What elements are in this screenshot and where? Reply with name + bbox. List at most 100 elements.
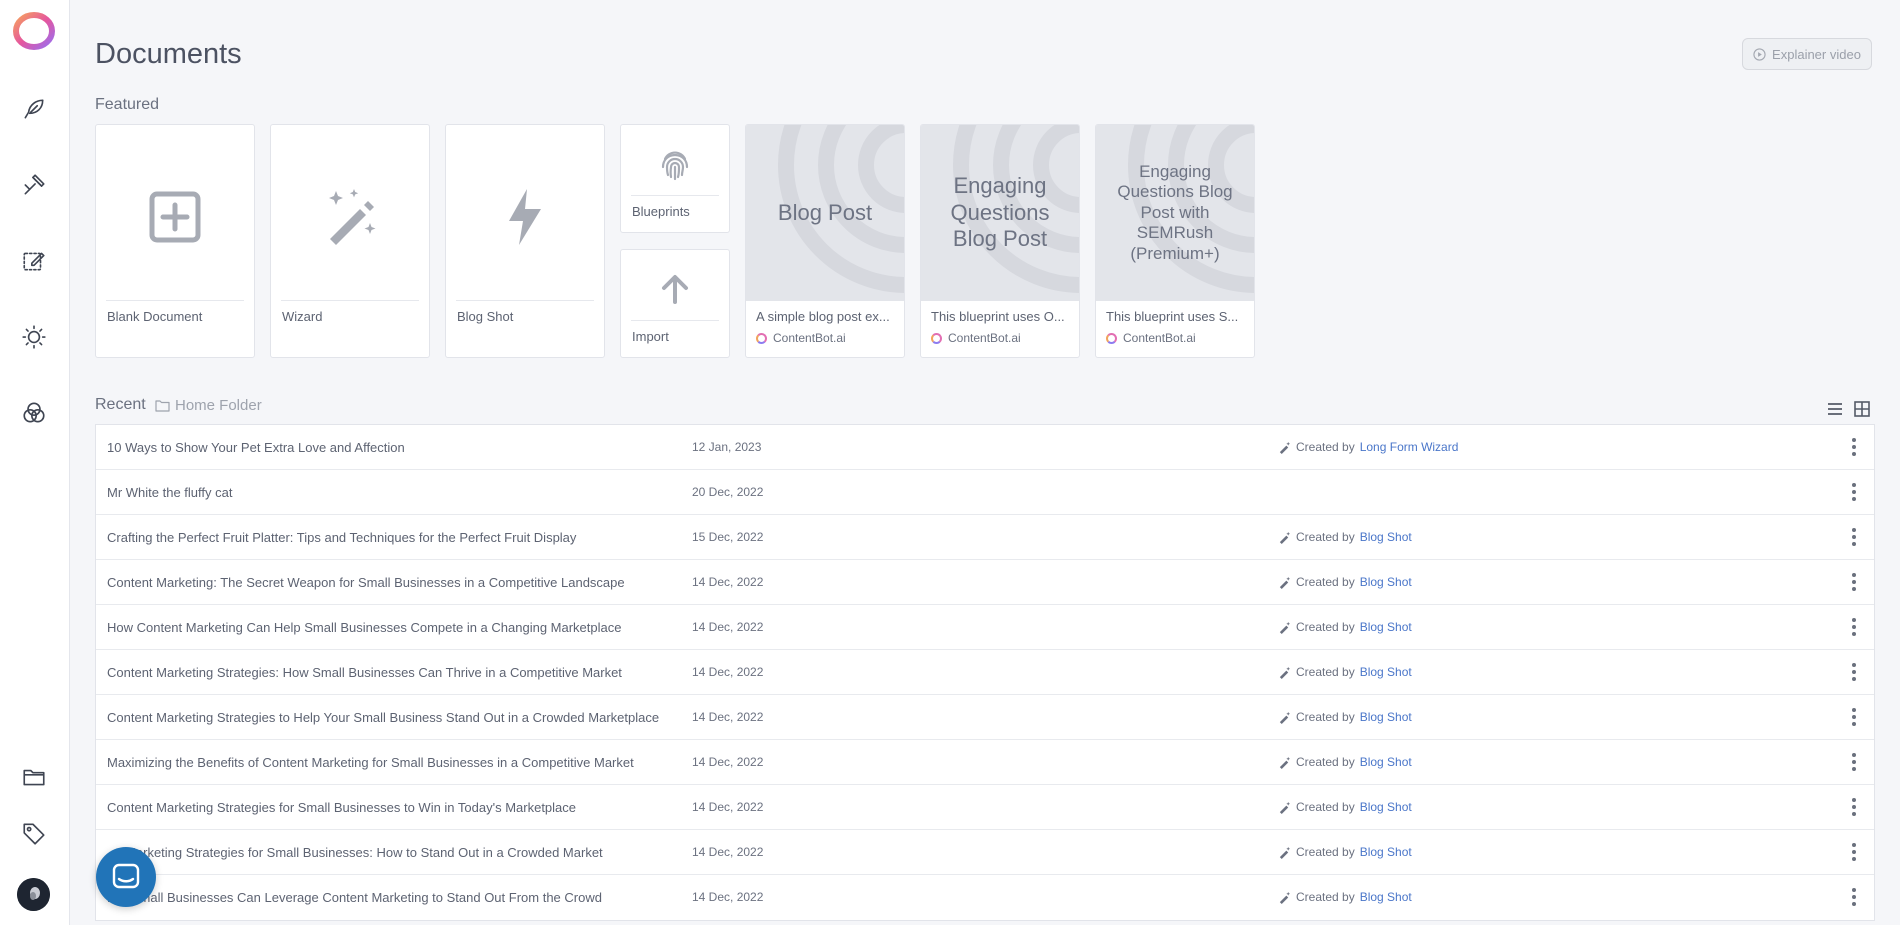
created-by: Created by Blog Shot — [1278, 575, 1412, 589]
created-by: Created by Blog Shot — [1278, 800, 1412, 814]
created-by: Created by Blog Shot — [1278, 755, 1412, 769]
contentbot-logo[interactable] — [11, 11, 57, 51]
more-options-icon[interactable] — [1846, 526, 1862, 548]
document-title[interactable]: ...t Marketing Strategies for Small Busi… — [107, 845, 603, 860]
wand-icon — [1279, 666, 1291, 679]
table-row[interactable]: Content Marketing Strategies for Small B… — [96, 785, 1874, 830]
avatar[interactable] — [17, 878, 50, 911]
blueprint-card-blog-post[interactable]: Blog Post A simple blog post ex... Conte… — [745, 124, 905, 358]
created-by-prefix: Created by — [1296, 530, 1355, 544]
creator-link[interactable]: Blog Shot — [1360, 890, 1412, 904]
edit-icon[interactable] — [19, 246, 49, 276]
table-row[interactable]: 10 Ways to Show Your Pet Extra Love and … — [96, 425, 1874, 470]
table-row[interactable]: ...t Marketing Strategies for Small Busi… — [96, 830, 1874, 875]
more-options-icon[interactable] — [1846, 841, 1862, 863]
more-options-icon[interactable] — [1846, 436, 1862, 458]
blueprint-title: Engaging Questions Blog Post with SEMRus… — [1117, 162, 1233, 263]
document-title[interactable]: How Content Marketing Can Help Small Bus… — [107, 620, 621, 635]
creator-link[interactable]: Blog Shot — [1360, 710, 1412, 724]
folder-breadcrumb[interactable]: Home Folder — [155, 397, 262, 414]
table-row[interactable]: Maximizing the Benefits of Content Marke… — [96, 740, 1874, 785]
lightbulb-icon[interactable] — [19, 322, 49, 352]
add-document-icon — [149, 191, 201, 243]
creator-link[interactable]: Blog Shot — [1360, 620, 1412, 634]
more-options-icon[interactable] — [1846, 616, 1862, 638]
creator-link[interactable]: Blog Shot — [1360, 845, 1412, 859]
blueprints-tile[interactable]: Blueprints — [620, 124, 730, 233]
magic-wand-icon — [329, 189, 376, 245]
folder-icon — [155, 400, 170, 412]
circles-icon[interactable] — [19, 398, 49, 428]
creator-link[interactable]: Long Form Wizard — [1360, 440, 1459, 454]
wand-icon — [1279, 711, 1291, 724]
created-by-prefix: Created by — [1296, 890, 1355, 904]
table-row[interactable]: Content Marketing Strategies: How Small … — [96, 650, 1874, 695]
created-by-prefix: Created by — [1296, 620, 1355, 634]
table-row[interactable]: Content Marketing Strategies to Help You… — [96, 695, 1874, 740]
blog-shot-tile[interactable]: Blog Shot — [445, 124, 605, 358]
import-label: Import — [632, 329, 669, 344]
blank-document-label: Blank Document — [107, 309, 203, 324]
more-options-icon[interactable] — [1846, 886, 1862, 908]
table-row[interactable]: Content Marketing: The Secret Weapon for… — [96, 560, 1874, 605]
blank-document-tile[interactable]: Blank Document — [95, 124, 255, 358]
document-title[interactable]: Mr White the fluffy cat — [107, 485, 232, 500]
grid-view-icon[interactable] — [1853, 400, 1871, 418]
document-title[interactable]: 10 Ways to Show Your Pet Extra Love and … — [107, 440, 405, 455]
document-title[interactable]: Maximizing the Benefits of Content Marke… — [107, 755, 634, 770]
more-options-icon[interactable] — [1846, 706, 1862, 728]
table-row[interactable]: Mr White the fluffy cat 20 Dec, 2022 — [96, 470, 1874, 515]
chat-support-button[interactable] — [96, 847, 156, 907]
explainer-video-button[interactable]: Explainer video — [1742, 38, 1872, 70]
blueprint-title: Blog Post — [777, 199, 873, 225]
document-title[interactable]: Crafting the Perfect Fruit Platter: Tips… — [107, 530, 576, 545]
creator-link[interactable]: Blog Shot — [1360, 800, 1412, 814]
document-date: 14 Dec, 2022 — [692, 665, 764, 679]
blueprint-card-engaging-questions-semrush[interactable]: Engaging Questions Blog Post with SEMRus… — [1095, 124, 1255, 358]
document-date: 20 Dec, 2022 — [692, 485, 764, 499]
document-date: 14 Dec, 2022 — [692, 890, 764, 904]
wand-icon — [1279, 531, 1291, 544]
created-by: Created by Blog Shot — [1278, 845, 1412, 859]
list-view-icon[interactable] — [1826, 400, 1844, 418]
created-by-prefix: Created by — [1296, 665, 1355, 679]
more-options-icon[interactable] — [1846, 481, 1862, 503]
contentbot-ring-icon — [931, 332, 942, 344]
wand-icon — [1279, 441, 1291, 454]
blueprint-card-engaging-questions[interactable]: Engaging Questions Blog Post This bluepr… — [920, 124, 1080, 358]
created-by: Created by Blog Shot — [1278, 620, 1412, 634]
more-options-icon[interactable] — [1846, 796, 1862, 818]
play-circle-icon — [1753, 47, 1766, 61]
document-title[interactable]: H... Small Businesses Can Leverage Conte… — [107, 890, 602, 905]
recent-label: Recent — [95, 396, 146, 413]
creator-link[interactable]: Blog Shot — [1360, 575, 1412, 589]
tag-icon[interactable] — [19, 819, 49, 849]
created-by: Created by Long Form Wizard — [1278, 440, 1458, 454]
created-by-prefix: Created by — [1296, 710, 1355, 724]
creator-link[interactable]: Blog Shot — [1360, 665, 1412, 679]
document-title[interactable]: Content Marketing Strategies to Help You… — [107, 710, 659, 725]
blueprint-description: This blueprint uses O... — [931, 309, 1065, 324]
document-title[interactable]: Content Marketing Strategies: How Small … — [107, 665, 622, 680]
folder-name: Home Folder — [175, 397, 262, 414]
creator-link[interactable]: Blog Shot — [1360, 530, 1412, 544]
document-title[interactable]: Content Marketing Strategies for Small B… — [107, 800, 576, 815]
more-options-icon[interactable] — [1846, 751, 1862, 773]
folder-icon[interactable] — [19, 762, 49, 792]
wand-icon — [1279, 756, 1291, 769]
more-options-icon[interactable] — [1846, 571, 1862, 593]
wizard-tile[interactable]: Wizard — [270, 124, 430, 358]
more-options-icon[interactable] — [1846, 661, 1862, 683]
document-date: 12 Jan, 2023 — [692, 440, 762, 454]
feather-icon[interactable] — [19, 94, 49, 124]
table-row[interactable]: How Content Marketing Can Help Small Bus… — [96, 605, 1874, 650]
import-tile[interactable]: Import — [620, 249, 730, 358]
blueprint-author: ContentBot.ai — [1106, 331, 1196, 345]
document-date: 15 Dec, 2022 — [692, 530, 764, 544]
table-row[interactable]: Crafting the Perfect Fruit Platter: Tips… — [96, 515, 1874, 560]
created-by-prefix: Created by — [1296, 755, 1355, 769]
creator-link[interactable]: Blog Shot — [1360, 755, 1412, 769]
document-title[interactable]: Content Marketing: The Secret Weapon for… — [107, 575, 625, 590]
table-row[interactable]: H... Small Businesses Can Leverage Conte… — [96, 875, 1874, 920]
tools-icon[interactable] — [19, 170, 49, 200]
